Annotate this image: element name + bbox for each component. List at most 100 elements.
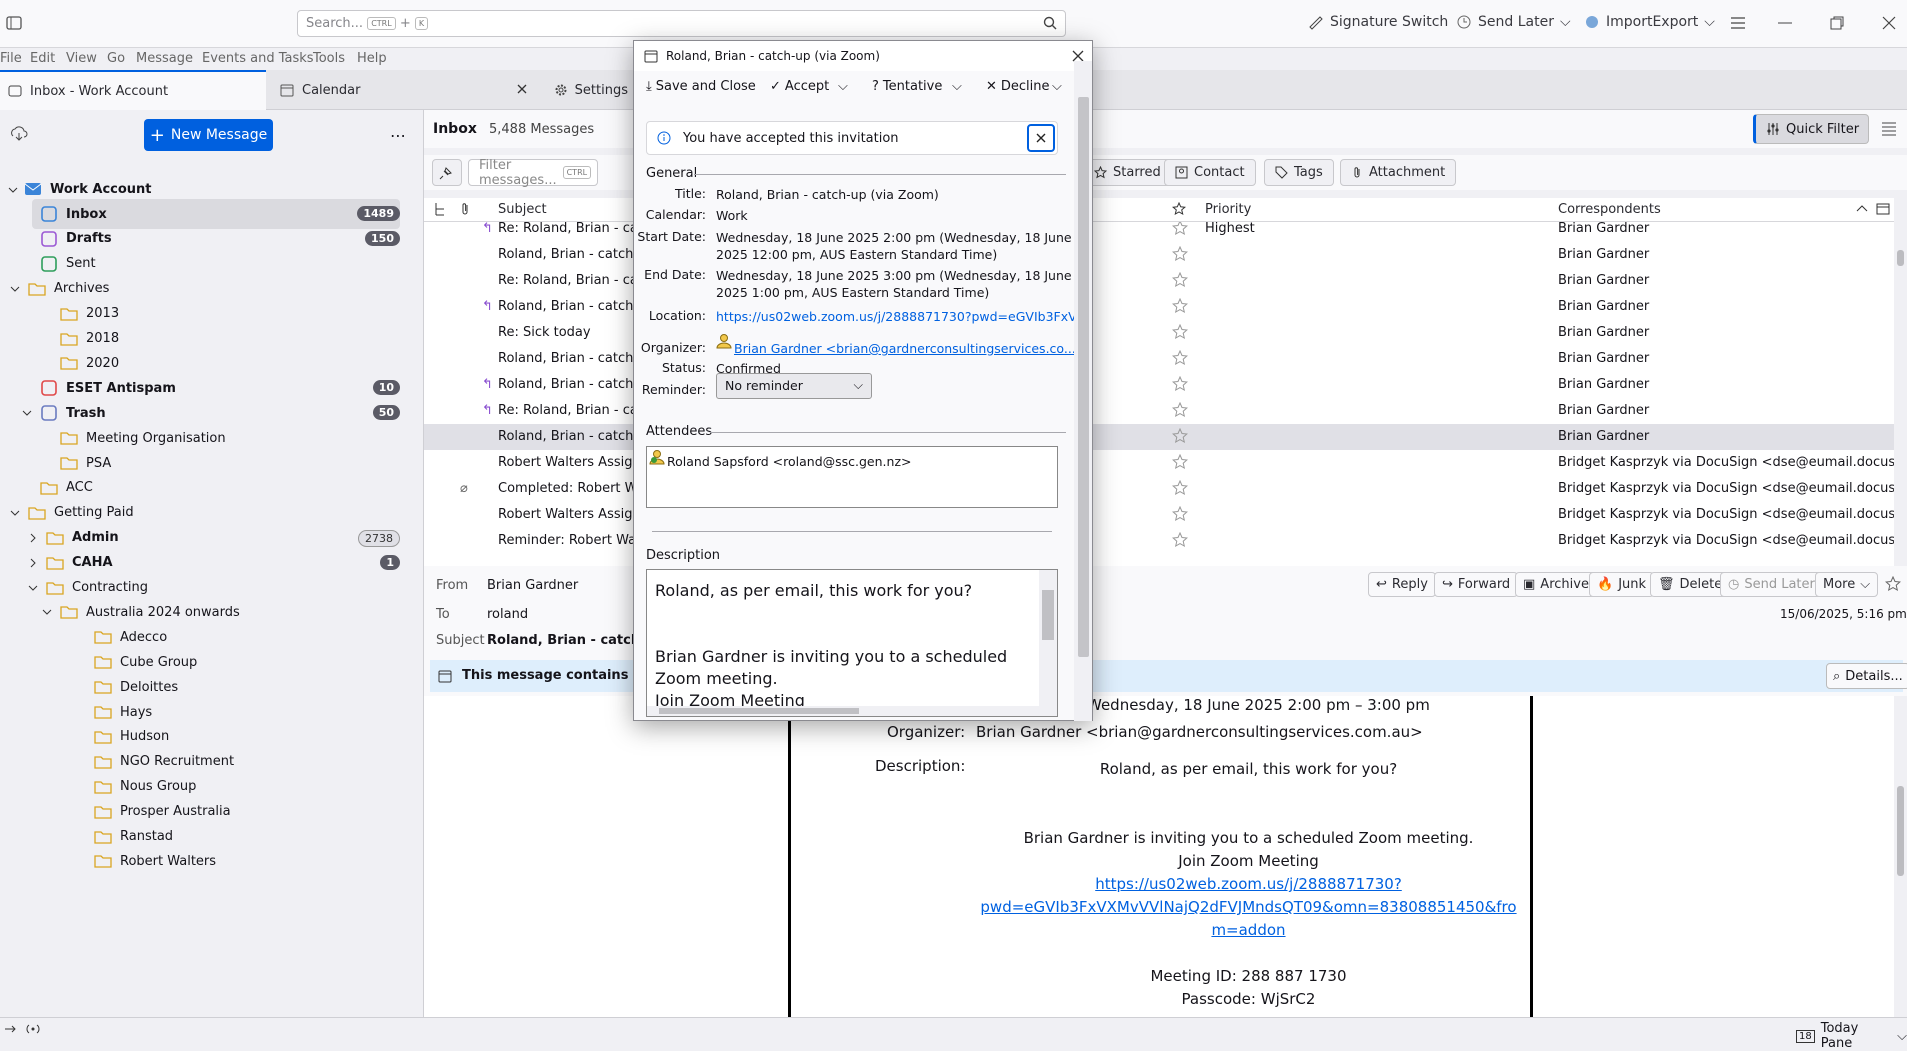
folder-label: Contracting: [72, 580, 149, 595]
archive-button[interactable]: ▣ Archive: [1515, 572, 1597, 597]
tab-inbox[interactable]: Inbox - Work Account: [0, 70, 266, 110]
folder-item[interactable]: Robert Walters: [94, 846, 400, 876]
chevron-down-icon[interactable]: [8, 185, 18, 195]
message-correspondent: Brian Gardner: [1558, 351, 1650, 366]
import-export-button[interactable]: ImportExport ⌵: [1584, 14, 1715, 30]
chevron-down-icon[interactable]: [10, 284, 20, 294]
quick-filter-button[interactable]: Quick Filter: [1753, 114, 1869, 144]
forward-icon: ↪: [1442, 577, 1453, 592]
import-export-icon: [1586, 16, 1598, 28]
priority-column[interactable]: Priority: [1205, 202, 1251, 217]
global-search-input[interactable]: Search... CTRL + K: [297, 10, 1066, 37]
to-value[interactable]: roland: [487, 607, 528, 622]
dialog-scrollbar[interactable]: [1074, 61, 1092, 721]
reply-button[interactable]: ↩ Reply: [1368, 572, 1436, 597]
more-button[interactable]: More ⌵: [1815, 572, 1879, 597]
close-tab-icon[interactable]: [517, 84, 527, 94]
junk-button[interactable]: 🔥 Junk: [1589, 572, 1655, 597]
organizer-link[interactable]: Brian Gardner <brian@gardnerconsultingse…: [734, 340, 1076, 357]
decline-dropdown-icon[interactable]: ⌵: [1052, 79, 1062, 94]
zoom-link[interactable]: pwd=eGVIb3FxVXMvVVlNajQ2dFVJMndsQT09&omn…: [966, 896, 1531, 919]
desc-line: Join Zoom Meeting: [1178, 852, 1319, 870]
unread-count-badge: 150: [365, 230, 400, 246]
signature-switch-button[interactable]: Signature Switch: [1308, 14, 1448, 30]
send-later-preview-button[interactable]: ◷ Send Later: [1720, 572, 1823, 597]
attachment-filter-button[interactable]: Attachment: [1340, 159, 1457, 186]
message-correspondent: Brian Gardner: [1558, 247, 1650, 262]
chevron-down-icon[interactable]: [42, 607, 52, 617]
column-picker-icon[interactable]: [1876, 202, 1890, 216]
save-close-button[interactable]: ⤓ Save and Close: [646, 79, 756, 94]
accept-dropdown-icon[interactable]: ⌵: [838, 79, 848, 94]
chevron-down-icon[interactable]: [10, 508, 20, 518]
minimize-icon[interactable]: [1778, 22, 1792, 24]
decline-button[interactable]: ✕ Decline: [986, 79, 1050, 94]
paperclip-icon: ⌀: [460, 481, 468, 496]
chevron-right-icon[interactable]: [28, 558, 38, 568]
replied-icon: ↰: [482, 377, 493, 392]
star-column-icon[interactable]: [1172, 202, 1186, 216]
offline-icon[interactable]: [4, 1022, 18, 1036]
tags-filter-button[interactable]: Tags: [1264, 159, 1334, 186]
tentative-dropdown-icon[interactable]: ⌵: [952, 79, 962, 94]
chevron-down-icon[interactable]: [28, 583, 38, 593]
today-pane-button[interactable]: 18 Today Pane ⌵: [1796, 1021, 1907, 1051]
correspondents-column[interactable]: Correspondents: [1558, 202, 1661, 217]
menu-help[interactable]: Help: [357, 51, 387, 66]
chevron-down-icon[interactable]: [22, 408, 32, 418]
sort-ascending-icon[interactable]: [1856, 204, 1868, 212]
attendee-entry[interactable]: Roland Sapsford <roland@ssc.gen.nz>: [667, 454, 911, 469]
from-value[interactable]: Brian Gardner: [487, 578, 578, 593]
chevron-right-icon[interactable]: [28, 533, 38, 543]
tentative-button[interactable]: ? Tentative: [872, 79, 942, 94]
folder-icon: [94, 756, 112, 769]
pin-filter-button[interactable]: [432, 159, 462, 186]
app-menu-icon[interactable]: [6, 15, 22, 31]
restore-icon[interactable]: [1830, 16, 1844, 30]
zoom-link[interactable]: m=addon: [966, 919, 1531, 942]
unread-count-badge: 1489: [357, 206, 400, 221]
description-textarea[interactable]: Roland, as per email, this work for you?…: [646, 569, 1058, 717]
folder-label: Nous Group: [120, 779, 197, 795]
activity-icon[interactable]: [24, 1022, 42, 1036]
accept-button[interactable]: ✓ Accept: [770, 79, 829, 94]
list-scrollbar[interactable]: [1894, 222, 1907, 566]
contact-filter-button[interactable]: Contact: [1164, 159, 1256, 186]
forward-button[interactable]: ↪ Forward: [1434, 572, 1519, 597]
filter-messages-input[interactable]: Filter messages... CTRL: [468, 158, 598, 188]
menu-view[interactable]: View: [66, 51, 97, 66]
display-options-icon[interactable]: [1881, 122, 1897, 136]
get-messages-icon[interactable]: [10, 126, 28, 142]
description-hscrollbar[interactable]: [647, 706, 1039, 716]
menu-edit[interactable]: Edit: [30, 51, 55, 66]
thread-column-icon[interactable]: [434, 202, 446, 216]
more-options-icon[interactable]: ⋯: [390, 126, 406, 145]
menu-message[interactable]: Message: [136, 51, 193, 66]
message-subject: Roland, Brian - catch-up: [498, 247, 648, 262]
close-window-icon[interactable]: [1882, 16, 1896, 30]
new-message-button[interactable]: + New Message: [144, 119, 273, 151]
body-scrollbar[interactable]: [1894, 696, 1907, 1017]
details-button[interactable]: ⌕ Details...: [1826, 663, 1907, 689]
menu-tools[interactable]: Tools: [313, 51, 345, 66]
attendees-heading: Attendees: [646, 424, 713, 439]
reminder-select[interactable]: No reminder ⌵: [716, 373, 872, 399]
starred-filter-button[interactable]: Starred: [1084, 159, 1172, 186]
delete-button[interactable]: 🗑 Delete: [1650, 572, 1731, 597]
description-scrollbar[interactable]: [1039, 570, 1057, 716]
zoom-link[interactable]: https://us02web.zoom.us/j/2888871730?: [966, 873, 1531, 896]
menu-go[interactable]: Go: [107, 51, 125, 66]
menu-events[interactable]: Events and Tasks: [202, 51, 314, 66]
menu-file[interactable]: File: [0, 51, 22, 66]
dismiss-notice-icon[interactable]: [1027, 124, 1055, 152]
subject-column[interactable]: Subject: [498, 202, 547, 217]
hamburger-menu-icon[interactable]: [1730, 16, 1746, 30]
tab-settings[interactable]: Settings: [546, 70, 636, 110]
attachment-column-icon[interactable]: [460, 202, 470, 216]
location-link[interactable]: https://us02web.zoom.us/j/2888871730?pwd…: [716, 308, 1087, 325]
star-message-icon[interactable]: [1885, 576, 1901, 592]
tab-calendar[interactable]: Calendar: [272, 70, 532, 110]
description-label: Description:: [875, 757, 966, 775]
attendees-list[interactable]: Roland Sapsford <roland@ssc.gen.nz>: [646, 446, 1058, 508]
send-later-button[interactable]: Send Later ⌵: [1456, 14, 1571, 30]
